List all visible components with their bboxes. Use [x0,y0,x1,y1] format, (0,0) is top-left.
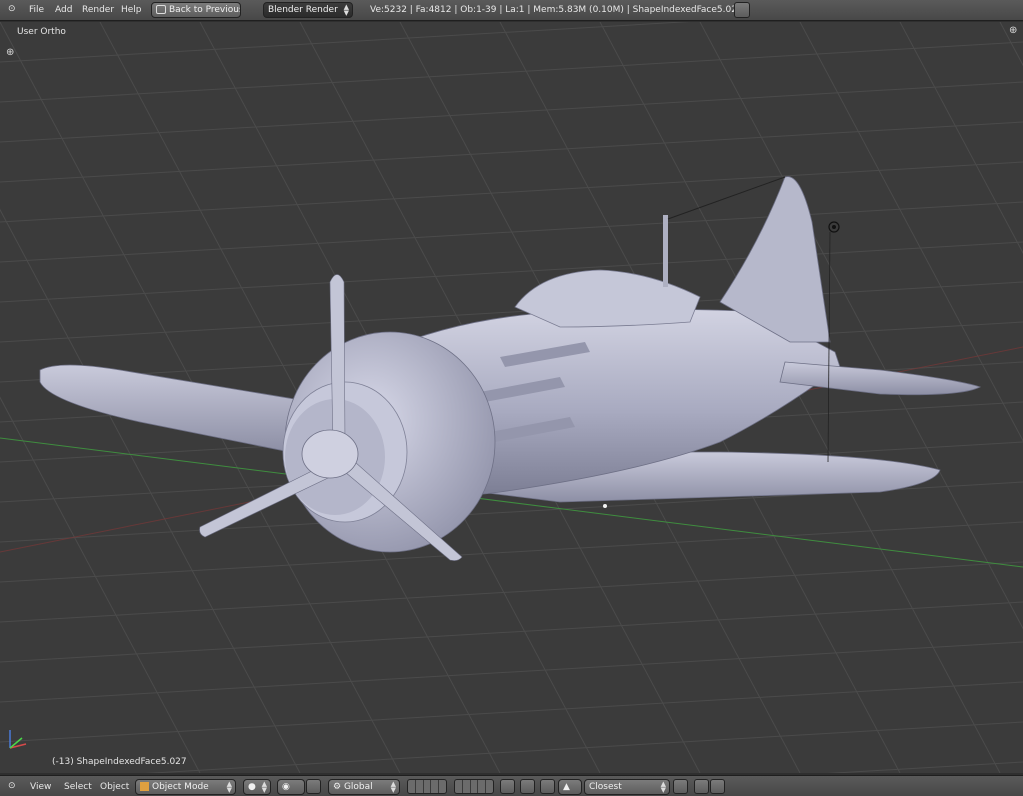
active-object-label: (-13) ShapeIndexedFace5.027 [52,757,187,767]
3d-viewport[interactable]: User Ortho ⊕ ⊕ (-13) ShapeIndexedFace5.0… [0,22,1023,773]
menu-add[interactable]: Add [55,4,72,16]
left-wing [39,364,301,453]
view-label: User Ortho [17,27,66,37]
snap-toggle-icon[interactable] [540,779,555,794]
mode-dropdown[interactable]: Object Mode ▲ ▼ [135,779,236,795]
propeller-spinner [301,429,359,479]
antenna-mast [663,215,668,287]
layer-buttons-group-1[interactable] [407,779,447,794]
airplane-model [39,176,982,561]
menu-help[interactable]: Help [121,4,142,16]
dropdown-arrows-icon: ▲ ▼ [226,780,232,794]
snap-target-dropdown[interactable]: Closest ▲ ▼ [584,779,670,795]
manipulator-toggle-icon[interactable] [306,779,321,794]
object-mode-icon [140,782,149,791]
orientation-icon: ⚙ [333,782,342,792]
object-origin-dot [603,504,607,508]
shading-sphere-icon: ● [248,782,256,792]
render-animation-icon[interactable] [710,779,725,794]
orientation-label: Global [343,782,373,792]
menu-file[interactable]: File [29,4,44,16]
info-header: ⊙ File Add Render Help Back to Previous … [0,0,1023,21]
scene-stats: Ve:5232 | Fa:4812 | Ob:1-39 | La:1 | Mem… [370,5,743,15]
axis-gizmo [9,730,27,749]
3d-view-header: ⊙ View Select Object Object Mode ▲ ▼ ● ▲ ▼… [0,775,1023,796]
proportional-edit-icon[interactable] [520,779,535,794]
editor-type-icon[interactable]: ⊙ [8,3,16,15]
properties-toggle-icon[interactable]: ⊕ [1009,26,1017,36]
canopy [514,269,701,328]
snap-target-label: Closest [589,782,622,792]
dropdown-arrows-icon: ▲ ▼ [390,780,396,794]
viewport-scene [0,22,1023,773]
transform-orientation-dropdown[interactable]: ⚙ Global ▲ ▼ [328,779,400,795]
back-to-previous-button[interactable]: Back to Previous [151,2,241,18]
render-opengl-icon[interactable] [694,779,709,794]
dropdown-arrows-icon: ▲ ▼ [343,3,349,17]
menu-view[interactable]: View [30,781,51,793]
menu-select[interactable]: Select [64,781,92,793]
menu-render[interactable]: Render [82,4,114,16]
toolshelf-toggle-icon[interactable]: ⊕ [6,48,14,58]
lock-layers-icon[interactable] [500,779,515,794]
snap-element-icon: ▲ [563,782,570,792]
render-engine-label: Blender Render [268,5,338,15]
pivot-icon: ◉ [282,782,290,792]
fullscreen-toggle-icon[interactable] [734,2,750,18]
dropdown-arrows-icon: ▲ ▼ [660,780,666,794]
back-to-previous-label: Back to Previous [169,5,241,15]
back-icon [156,5,166,14]
layer-buttons-group-2[interactable] [454,779,494,794]
dropdown-arrows-icon: ▲ ▼ [261,780,267,794]
viewport-shading-dropdown[interactable]: ● ▲ ▼ [243,779,271,795]
pivot-point-dropdown[interactable]: ◉ [277,779,305,795]
propeller-blade-top [329,274,346,448]
snap-element-dropdown[interactable]: ▲ [558,779,582,795]
mode-label: Object Mode [152,782,209,792]
menu-object[interactable]: Object [100,781,129,793]
editor-type-icon-bottom[interactable]: ⊙ [8,780,16,792]
render-engine-dropdown[interactable]: Blender Render ▲ ▼ [263,2,353,18]
snap-align-rotation-icon[interactable] [673,779,688,794]
